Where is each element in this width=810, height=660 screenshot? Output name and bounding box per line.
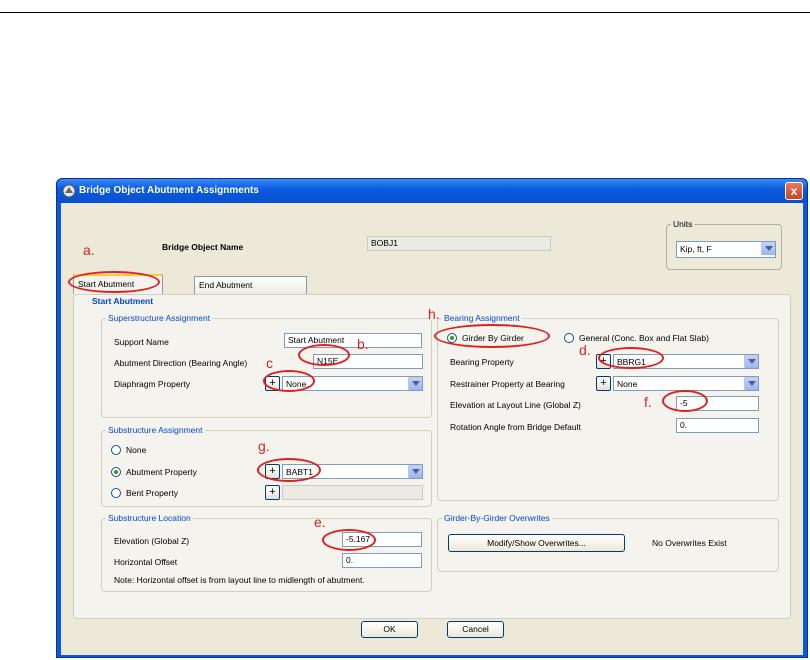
dialog-window: Bridge Object Abutment Assignments x Bri…: [56, 178, 808, 658]
chevron-down-icon[interactable]: [744, 377, 758, 390]
support-name-label: Support Name: [114, 337, 169, 347]
app-icon: [62, 184, 76, 198]
location-title: Substructure Location: [106, 513, 193, 523]
overwrites-status: No Overwrites Exist: [652, 538, 727, 548]
object-name-field: BOBJ1: [367, 236, 551, 251]
radio-bent-property[interactable]: [111, 488, 121, 498]
chevron-down-icon[interactable]: [408, 465, 422, 478]
annotation-h: h.: [428, 306, 440, 322]
annotation-ellipse-h: [434, 324, 550, 348]
overwrites-group: Girder-By-Girder Overwrites Modify/Show …: [437, 513, 779, 572]
substructure-title: Substructure Assignment: [106, 425, 205, 435]
offset-note: Note: Horizontal offset is from layout l…: [114, 575, 365, 585]
bearing-title: Bearing Assignment: [442, 313, 522, 323]
annotation-c: c: [266, 355, 273, 371]
annotation-ellipse-a: [68, 271, 160, 293]
annotation-a: a.: [83, 242, 95, 258]
offset-field[interactable]: 0.: [342, 553, 422, 568]
chevron-down-icon[interactable]: [744, 355, 758, 368]
general-label: General (Conc. Box and Flat Slab): [579, 333, 709, 343]
location-group: Substructure Location Elevation (Global …: [101, 513, 432, 592]
annotation-b: b.: [357, 336, 369, 352]
tab-end-abutment[interactable]: End Abutment: [194, 276, 307, 294]
annotation-e: e.: [314, 514, 326, 530]
units-label: Units: [671, 219, 695, 229]
radio-general[interactable]: [564, 333, 574, 343]
annotation-g: g.: [258, 438, 270, 454]
rotation-field[interactable]: 0.: [676, 418, 759, 433]
superstructure-title: Superstructure Assignment: [106, 313, 213, 323]
radio-abutment-label: Abutment Property: [126, 467, 197, 477]
units-select[interactable]: Kip, ft, F: [676, 241, 776, 258]
annotation-ellipse-d: [598, 347, 664, 369]
diaphragm-label: Diaphragm Property: [114, 379, 191, 389]
restrainer-value: None: [617, 379, 638, 389]
radio-none[interactable]: [111, 445, 121, 455]
title-bar[interactable]: Bridge Object Abutment Assignments x: [57, 179, 807, 203]
window-title: Bridge Object Abutment Assignments: [79, 185, 259, 196]
overwrites-title: Girder-By-Girder Overwrites: [442, 513, 552, 523]
restrainer-add-button[interactable]: +: [596, 376, 611, 391]
bent-add-button[interactable]: +: [265, 485, 280, 500]
radio-none-label: None: [126, 445, 147, 455]
elevation-label: Elevation (Global Z): [114, 536, 190, 546]
direction-label: Abutment Direction (Bearing Angle): [114, 358, 248, 368]
annotation-ellipse-e: [322, 529, 376, 551]
ok-button[interactable]: OK: [361, 621, 418, 638]
bearing-property-label: Bearing Property: [450, 357, 514, 367]
offset-label: Horizontal Offset: [114, 557, 178, 567]
cancel-button[interactable]: Cancel: [447, 621, 504, 638]
start-abutment-panel: Start Abutment Superstructure Assignment…: [73, 294, 791, 619]
units-value: Kip, ft, F: [680, 244, 712, 254]
page-top-rule: [0, 12, 810, 13]
annotation-ellipse-f: [662, 390, 708, 412]
annotation-ellipse-b: [298, 344, 350, 366]
radio-bent-label: Bent Property: [126, 488, 178, 498]
rotation-label: Rotation Angle from Bridge Default: [450, 422, 581, 432]
annotation-d: d.: [579, 342, 591, 358]
annotation-ellipse-g: [257, 458, 321, 482]
close-button[interactable]: x: [785, 182, 803, 200]
modify-overwrites-button[interactable]: Modify/Show Overwrites...: [448, 534, 625, 552]
panel-title: Start Abutment: [92, 296, 154, 306]
dialog-client: Bridge Object Name BOBJ1 Units Kip, ft, …: [61, 203, 803, 655]
restrainer-label: Restrainer Property at Bearing: [450, 379, 565, 389]
restrainer-select[interactable]: None: [613, 376, 759, 391]
annotation-ellipse-c: [263, 370, 315, 392]
units-group: Units Kip, ft, F: [666, 219, 782, 270]
support-name-field[interactable]: Start Abutment: [284, 333, 422, 348]
object-name-label: Bridge Object Name: [162, 242, 244, 252]
radio-abutment-property[interactable]: [111, 467, 121, 477]
bent-property-field: [282, 485, 423, 500]
bearing-elevation-label: Elevation at Layout Line (Global Z): [450, 400, 581, 410]
chevron-down-icon[interactable]: [408, 377, 422, 390]
chevron-down-icon[interactable]: [761, 242, 775, 255]
annotation-f: f.: [644, 394, 652, 410]
